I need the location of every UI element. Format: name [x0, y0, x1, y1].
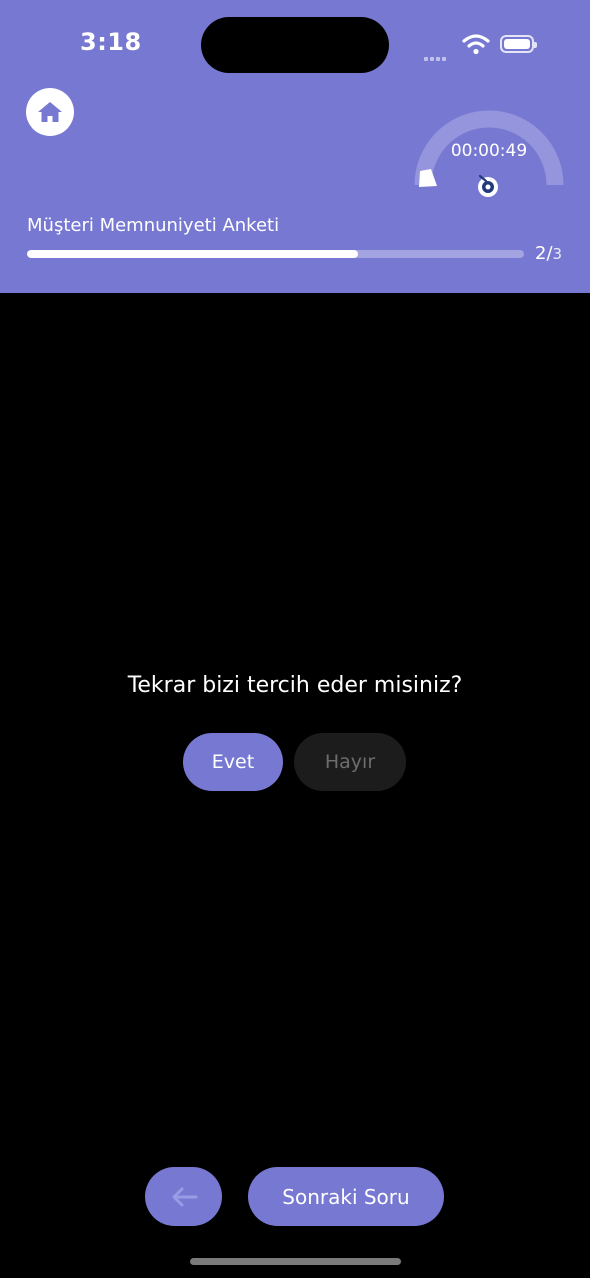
arrow-left-icon	[172, 1187, 197, 1206]
previous-question-button[interactable]	[145, 1167, 222, 1226]
home-button[interactable]	[26, 88, 74, 136]
cellular-signal-icon	[424, 46, 448, 65]
survey-header: 3:18 00:00:49 Müşteri Memnuniyeti Anketi…	[0, 0, 590, 293]
home-icon	[38, 102, 62, 122]
dynamic-island	[201, 17, 389, 73]
gauge-start-marker	[419, 169, 437, 187]
progress-bar	[27, 250, 524, 258]
question-text: Tekrar bizi tercih eder misiniz?	[127, 673, 463, 698]
survey-title: Müşteri Memnuniyeti Anketi	[27, 215, 280, 236]
progress-count: 2/3	[535, 243, 563, 264]
option-yes-button[interactable]: Evet	[183, 733, 283, 791]
status-time: 3:18	[80, 28, 142, 56]
progress-bar-fill	[27, 250, 359, 258]
battery-icon	[500, 35, 537, 53]
wifi-icon	[462, 34, 490, 55]
next-question-button[interactable]: Sonraki Soru	[248, 1167, 444, 1226]
home-indicator	[190, 1258, 401, 1265]
option-no-button[interactable]: Hayır	[294, 733, 406, 791]
timer-value: 00:00:49	[450, 141, 528, 161]
